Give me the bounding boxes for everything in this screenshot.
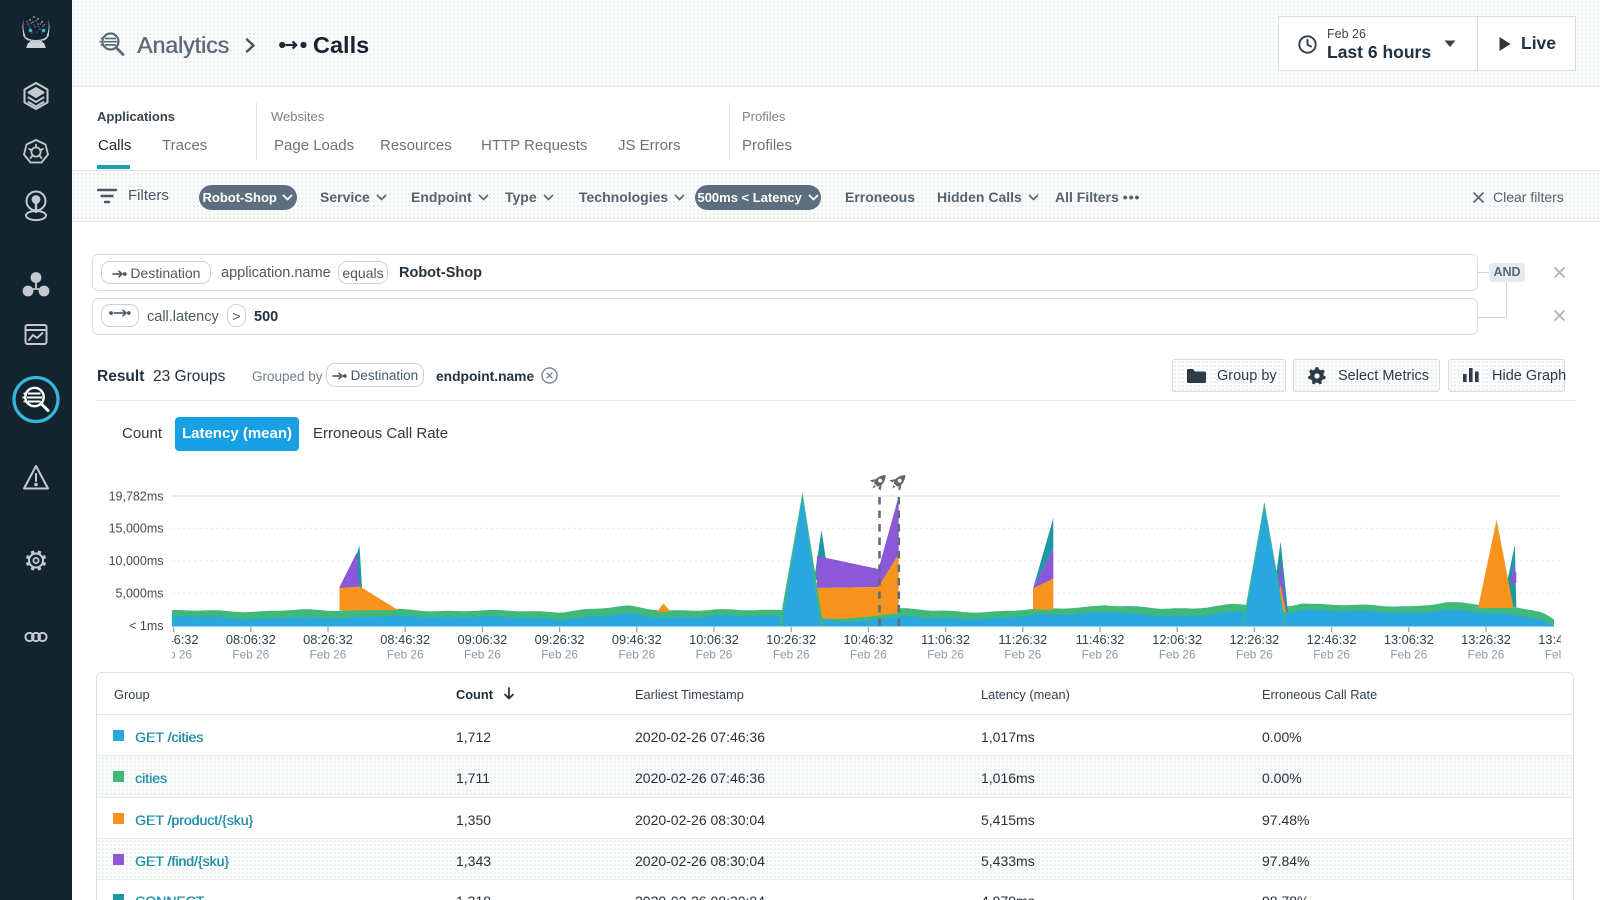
svg-text:09:46:32: 09:46:32	[612, 632, 662, 647]
svg-text:Feb 26: Feb 26	[310, 648, 347, 662]
svg-text:< 1ms: < 1ms	[129, 619, 163, 633]
svg-text:09:26:32: 09:26:32	[535, 632, 585, 647]
svg-text:13:46:32: 13:46:32	[1538, 632, 1588, 647]
svg-text:10,000ms: 10,000ms	[109, 554, 164, 568]
svg-text:Feb 26: Feb 26	[464, 648, 501, 662]
svg-text:10:46:32: 10:46:32	[843, 632, 893, 647]
svg-text:19,782ms: 19,782ms	[109, 489, 164, 503]
svg-text:Feb 26: Feb 26	[696, 648, 733, 662]
svg-text:Feb 26: Feb 26	[1236, 648, 1273, 662]
svg-text:10:06:32: 10:06:32	[689, 632, 739, 647]
svg-text:13:06:32: 13:06:32	[1384, 632, 1434, 647]
svg-text:Feb 26: Feb 26	[1313, 648, 1350, 662]
svg-text:13:26:32: 13:26:32	[1461, 632, 1511, 647]
svg-text:12:46:32: 12:46:32	[1307, 632, 1357, 647]
svg-text:09:06:32: 09:06:32	[457, 632, 507, 647]
svg-text:Feb 26: Feb 26	[1468, 648, 1505, 662]
svg-text:Feb 26: Feb 26	[1545, 648, 1582, 662]
svg-text:11:46:32: 11:46:32	[1076, 632, 1125, 647]
svg-text:08:26:32: 08:26:32	[303, 632, 353, 647]
svg-text:07:46:32: 07:46:32	[149, 632, 199, 647]
svg-text:Feb 26: Feb 26	[387, 648, 424, 662]
svg-text:Feb 26: Feb 26	[1004, 648, 1041, 662]
svg-text:Feb 26: Feb 26	[773, 648, 810, 662]
svg-text:Feb 26: Feb 26	[1159, 648, 1196, 662]
svg-text:Feb 26: Feb 26	[541, 648, 578, 662]
svg-text:Feb 26: Feb 26	[1390, 648, 1427, 662]
svg-text:12:26:32: 12:26:32	[1229, 632, 1279, 647]
svg-text:11:26:32: 11:26:32	[998, 632, 1047, 647]
svg-text:Feb 26: Feb 26	[850, 648, 887, 662]
svg-text:15,000ms: 15,000ms	[109, 522, 164, 536]
svg-text:Feb 26: Feb 26	[1082, 648, 1119, 662]
svg-text:12:06:32: 12:06:32	[1152, 632, 1202, 647]
svg-text:08:06:32: 08:06:32	[226, 632, 276, 647]
svg-text:Feb 26: Feb 26	[927, 648, 964, 662]
svg-text:10:26:32: 10:26:32	[766, 632, 816, 647]
svg-text:08:46:32: 08:46:32	[380, 632, 430, 647]
svg-text:11:06:32: 11:06:32	[921, 632, 970, 647]
svg-text:Feb 26: Feb 26	[618, 648, 655, 662]
svg-text:Feb 26: Feb 26	[155, 648, 192, 662]
svg-text:Feb 26: Feb 26	[232, 648, 269, 662]
svg-text:5,000ms: 5,000ms	[116, 587, 164, 601]
